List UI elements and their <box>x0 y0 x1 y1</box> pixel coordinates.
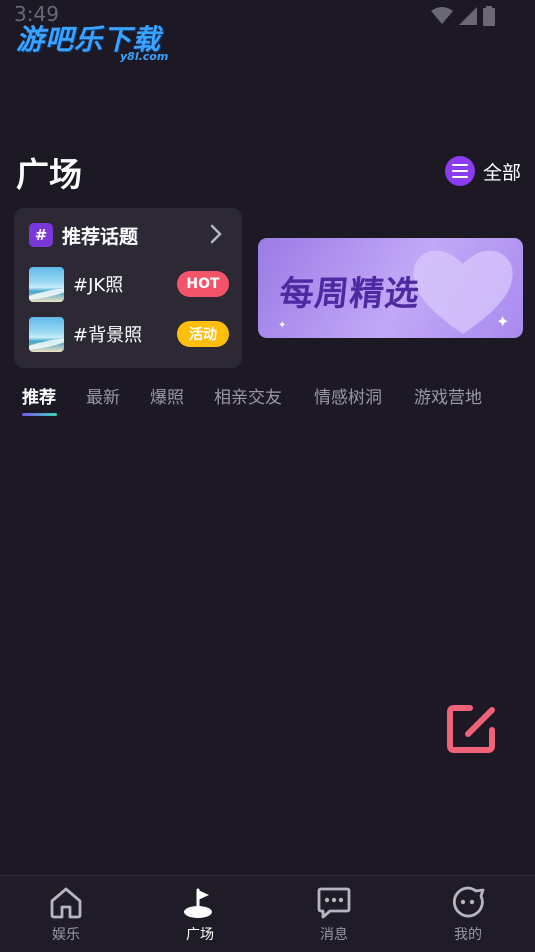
topic-thumbnail <box>29 316 64 352</box>
compose-button[interactable] <box>444 700 502 758</box>
tab-recommended[interactable]: 推荐 <box>22 383 56 408</box>
nav-label: 我的 <box>454 927 482 943</box>
banner-text: 每周精选 <box>277 274 422 314</box>
nav-label: 广场 <box>186 927 214 943</box>
hot-badge: HOT <box>177 271 229 297</box>
watermark-logo: 游吧乐下载 y8l.com <box>16 18 186 70</box>
topic-item-background[interactable]: #背景照 活动 <box>29 316 229 352</box>
recommended-topics-card: # 推荐话题 #JK照 HOT #背景照 活动 <box>14 208 242 368</box>
hash-icon: # <box>29 223 53 247</box>
wifi-icon <box>431 7 453 24</box>
tab-game-camp[interactable]: 游戏营地 <box>414 383 482 408</box>
battery-icon <box>483 6 495 26</box>
activity-badge: 活动 <box>177 321 229 347</box>
chat-bubble-icon <box>317 887 351 919</box>
all-categories-label: 全部 <box>482 161 521 184</box>
chevron-right-icon <box>210 224 222 244</box>
sparkle-icon: ✦ <box>496 312 510 331</box>
topics-header[interactable]: # 推荐话题 <box>29 222 229 248</box>
all-categories-button[interactable]: 全部 <box>444 156 521 186</box>
bottom-navigation: 娱乐 广场 消息 我的 <box>0 875 535 952</box>
topic-name: #背景照 <box>73 325 143 346</box>
tab-emotion[interactable]: 情感树洞 <box>314 383 382 408</box>
nav-label: 消息 <box>320 927 348 943</box>
signal-icon <box>459 7 477 25</box>
weekly-picks-banner[interactable]: ✦ ✦ 每周精选 <box>258 238 523 338</box>
topics-title: 推荐话题 <box>62 225 139 248</box>
face-icon <box>452 886 485 918</box>
edit-icon <box>447 705 495 753</box>
topic-thumbnail <box>29 266 64 302</box>
nav-entertainment[interactable]: 娱乐 <box>16 876 116 952</box>
category-tabs: 推荐 最新 爆照 相亲交友 情感树洞 游戏营地 <box>0 383 535 423</box>
watermark-sub-text: y8l.com <box>120 50 169 63</box>
tab-latest[interactable]: 最新 <box>86 383 120 408</box>
tab-dating[interactable]: 相亲交友 <box>214 383 282 408</box>
topic-name: #JK照 <box>73 275 124 296</box>
nav-square[interactable]: 广场 <box>150 876 250 952</box>
nav-profile[interactable]: 我的 <box>418 876 518 952</box>
sparkle-icon: ✦ <box>278 320 287 331</box>
golf-flag-icon <box>184 888 212 918</box>
nav-messages[interactable]: 消息 <box>284 876 384 952</box>
home-icon <box>50 887 82 919</box>
topic-item-jk[interactable]: #JK照 HOT <box>29 266 229 302</box>
active-tab-indicator <box>22 413 57 416</box>
nav-label: 娱乐 <box>52 927 80 943</box>
status-icons <box>431 6 495 26</box>
page-title: 广场 <box>16 155 82 194</box>
menu-icon <box>444 156 475 186</box>
tab-photos[interactable]: 爆照 <box>150 383 184 408</box>
